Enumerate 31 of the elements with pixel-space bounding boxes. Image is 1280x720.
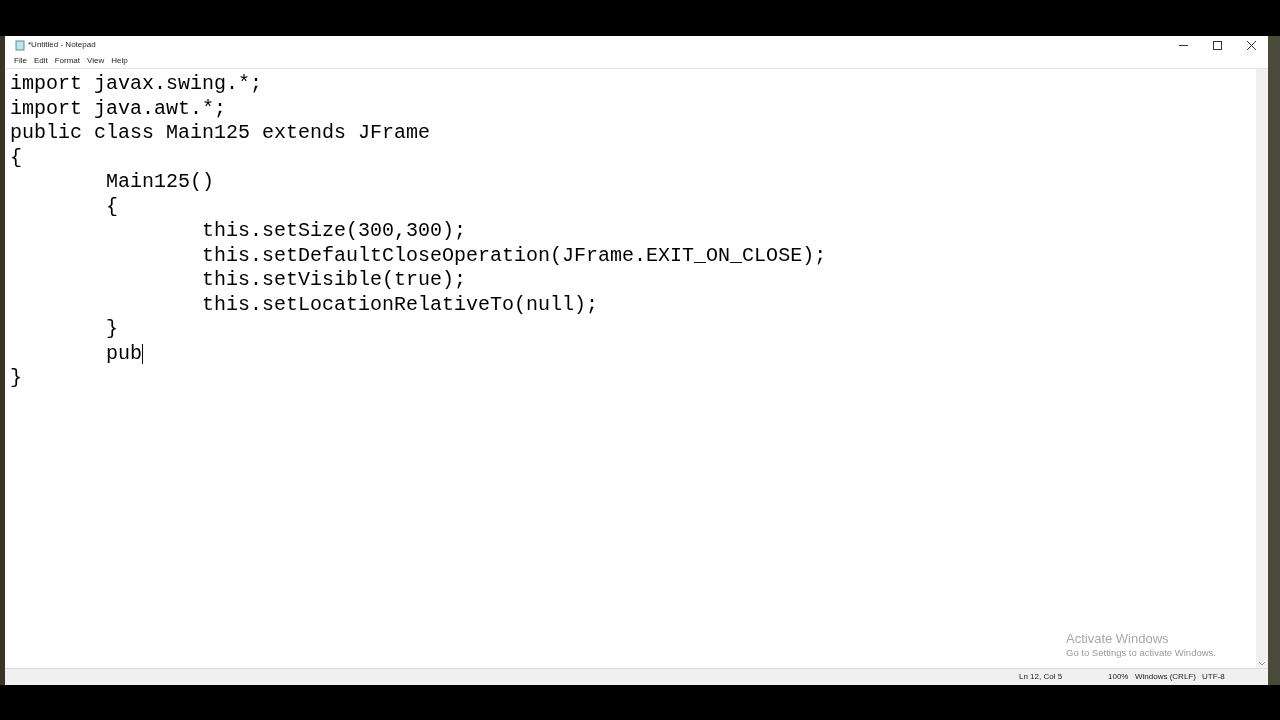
code-line: this.setLocationRelativeTo(null); [201, 292, 599, 317]
code-line: } [10, 366, 22, 391]
menu-item[interactable]: Format [54, 57, 81, 65]
menu-item[interactable]: File [14, 57, 27, 65]
window-title: *Untitled - Notepad [28, 39, 96, 51]
code-line: pub [105, 341, 143, 366]
code-line: Main125() [105, 170, 215, 195]
code-line: { [10, 145, 22, 170]
code-line: this.setVisible(true); [201, 268, 467, 293]
activation-message: Go to Settings to activate Windows. [1066, 647, 1216, 659]
code-line: import javax.swing.*; [10, 72, 263, 97]
text-cursor [142, 343, 144, 364]
activation-title: Activate Windows [1066, 631, 1170, 647]
minimize-icon [1178, 44, 1188, 46]
status-text: Ln 12, Col 5 [1018, 671, 1064, 683]
status-text: Windows (CRLF) [1134, 671, 1197, 683]
menu-item[interactable]: Edit [33, 57, 48, 65]
status-text: UTF-8 [1201, 671, 1226, 683]
code-line: this.setSize(300,300); [201, 219, 467, 244]
close-icon [1246, 40, 1256, 50]
scroll-down-icon [1259, 662, 1265, 666]
code-line: this.setDefaultCloseOperation(JFrame.EXIT_ON_CLOSE); [201, 243, 827, 268]
notepad-icon [15, 39, 25, 51]
status-text: 100% [1107, 671, 1130, 683]
code-line: } [105, 317, 119, 342]
code-line: public class Main125 extends JFrame [10, 121, 431, 146]
menu-item[interactable]: Help [111, 57, 128, 65]
code-line: { [105, 194, 119, 219]
code-line: import java.awt.*; [10, 96, 227, 121]
maximize-icon [1212, 40, 1222, 50]
menu-item[interactable]: View [87, 57, 105, 65]
